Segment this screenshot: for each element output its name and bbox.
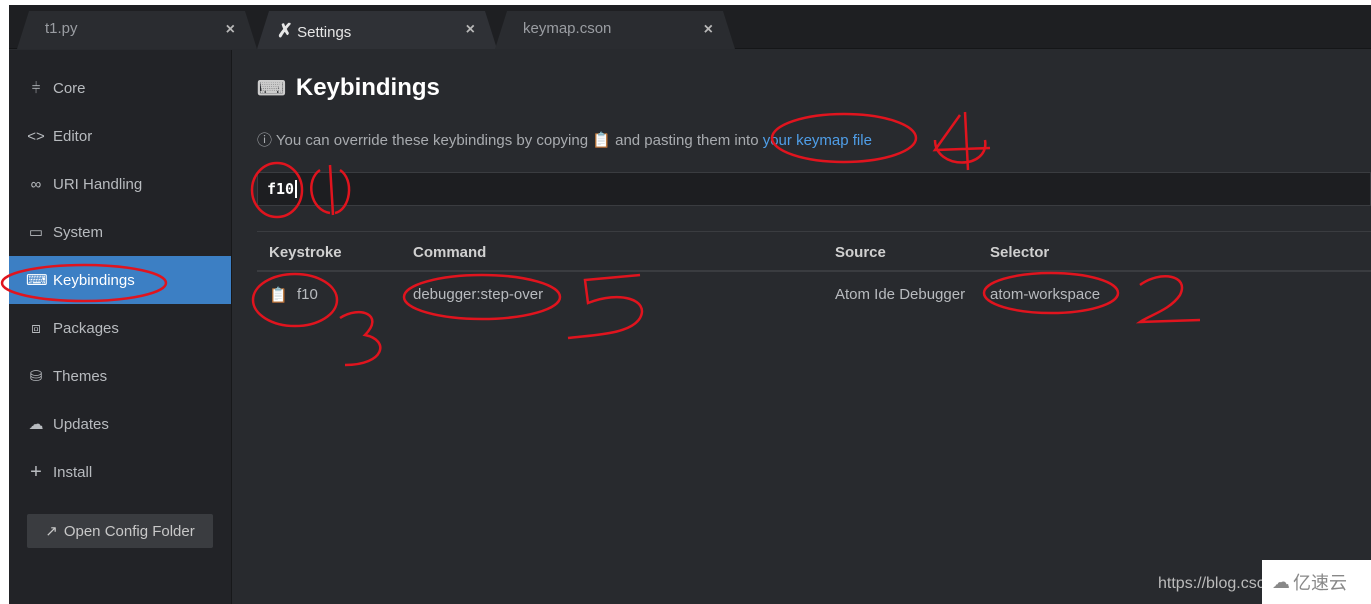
link-icon: ∞	[30, 175, 42, 193]
tab-label: t1.py	[45, 20, 78, 37]
table-row: 📋 f10 debugger:step-over Atom Ide Debugg…	[257, 274, 1371, 314]
tab-bar: t1.py × ✗ Settings × keymap.cson ×	[9, 5, 1371, 49]
keymap-file-link[interactable]: your keymap file	[763, 132, 872, 149]
close-icon[interactable]: ×	[226, 21, 235, 39]
sidebar-item-label: Editor	[53, 127, 93, 145]
question-icon: ⓘ	[257, 132, 273, 149]
search-value: f10	[267, 180, 295, 198]
sidebar-item-label: Install	[53, 463, 93, 481]
sidebar-item-label: Keybindings	[53, 271, 135, 289]
monitor-icon: ▭	[28, 224, 44, 241]
keyboard-icon: ⌨	[26, 272, 48, 289]
tab-label: Settings	[297, 24, 352, 41]
override-hint: ⓘ You can override these keybindings by …	[257, 129, 872, 150]
hint-text: You can override these keybindings by co…	[275, 132, 589, 149]
column-source[interactable]: Source	[835, 244, 886, 261]
brand-text: 亿速云	[1293, 573, 1347, 593]
watermark-url: https://blog.csc	[1158, 575, 1265, 592]
settings-sidebar: ⫩ Core <> Editor ∞ URI Handling ▭ System ⌨ Ke…	[9, 50, 232, 604]
tab-label: keymap.cson	[523, 20, 612, 37]
column-keystroke[interactable]: Keystroke	[269, 244, 342, 261]
sidebar-item-updates[interactable]: ☁ Updates	[9, 400, 231, 448]
keystroke-cell: f10	[297, 286, 318, 303]
tab-settings[interactable]: ✗ Settings ×	[257, 11, 497, 49]
sidebar-item-system[interactable]: ▭ System	[9, 208, 231, 256]
hint-text: and pasting them into	[615, 132, 759, 149]
sidebar-item-label: Core	[53, 79, 86, 97]
copy-keybinding-icon[interactable]: 📋	[269, 286, 288, 304]
sidebar-item-install[interactable]: + Install	[9, 448, 231, 496]
paintcan-icon: ⛁	[29, 368, 43, 385]
column-selector[interactable]: Selector	[990, 244, 1049, 261]
package-icon: ⧈	[31, 319, 41, 337]
sidebar-item-editor[interactable]: <> Editor	[9, 112, 231, 160]
code-icon: <>	[27, 127, 45, 145]
clipboard-icon: 📋	[592, 132, 611, 149]
table-header: Keystroke Command Source Selector	[257, 231, 1371, 272]
close-icon[interactable]: ×	[704, 21, 713, 39]
button-label: Open Config Folder	[63, 522, 195, 540]
sidebar-item-core[interactable]: ⫩ Core	[9, 64, 231, 112]
tools-icon: ✗	[277, 21, 293, 42]
source-cell: Atom Ide Debugger	[835, 286, 966, 303]
sidebar-item-themes[interactable]: ⛁ Themes	[9, 352, 231, 400]
keyboard-icon: ⌨	[257, 77, 286, 100]
tab-t1-py[interactable]: t1.py ×	[17, 11, 257, 49]
keybinding-search-input[interactable]: f10	[257, 172, 1371, 206]
command-cell: debugger:step-over	[413, 286, 544, 303]
selector-cell: atom-workspace	[990, 286, 1101, 303]
cloud-download-icon: ☁	[28, 416, 44, 433]
sidebar-item-label: URI Handling	[53, 175, 143, 193]
close-icon[interactable]: ×	[466, 21, 475, 39]
open-config-folder-button[interactable]: ↗ Open Config Folder	[27, 514, 213, 548]
tab-keymap-cson[interactable]: keymap.cson ×	[495, 11, 735, 49]
sidebar-item-packages[interactable]: ⧈ Packages	[9, 304, 231, 352]
keybindings-panel: ⌨ Keybindings ⓘ You can override these ke…	[233, 50, 1371, 604]
page-title: ⌨ Keybindings	[257, 74, 440, 102]
sidebar-item-uri-handling[interactable]: ∞ URI Handling	[9, 160, 231, 208]
sidebar-item-label: System	[53, 223, 104, 241]
sliders-icon: ⫩	[31, 79, 41, 97]
sidebar-item-keybindings[interactable]: ⌨ Keybindings	[9, 256, 231, 304]
atom-window: t1.py × ✗ Settings × keymap.cson × ⫩ Core <>…	[9, 5, 1371, 604]
cloud-logo-icon: ☁	[1272, 571, 1290, 592]
external-link-icon: ↗	[45, 523, 58, 540]
sidebar-item-label: Packages	[53, 319, 119, 337]
sidebar-item-label: Updates	[53, 415, 109, 433]
plus-icon: +	[30, 460, 42, 483]
watermark-logo: ☁ 亿速云	[1262, 560, 1371, 604]
title-text: Keybindings	[295, 74, 440, 101]
column-command[interactable]: Command	[413, 244, 486, 261]
sidebar-item-label: Themes	[53, 367, 108, 385]
